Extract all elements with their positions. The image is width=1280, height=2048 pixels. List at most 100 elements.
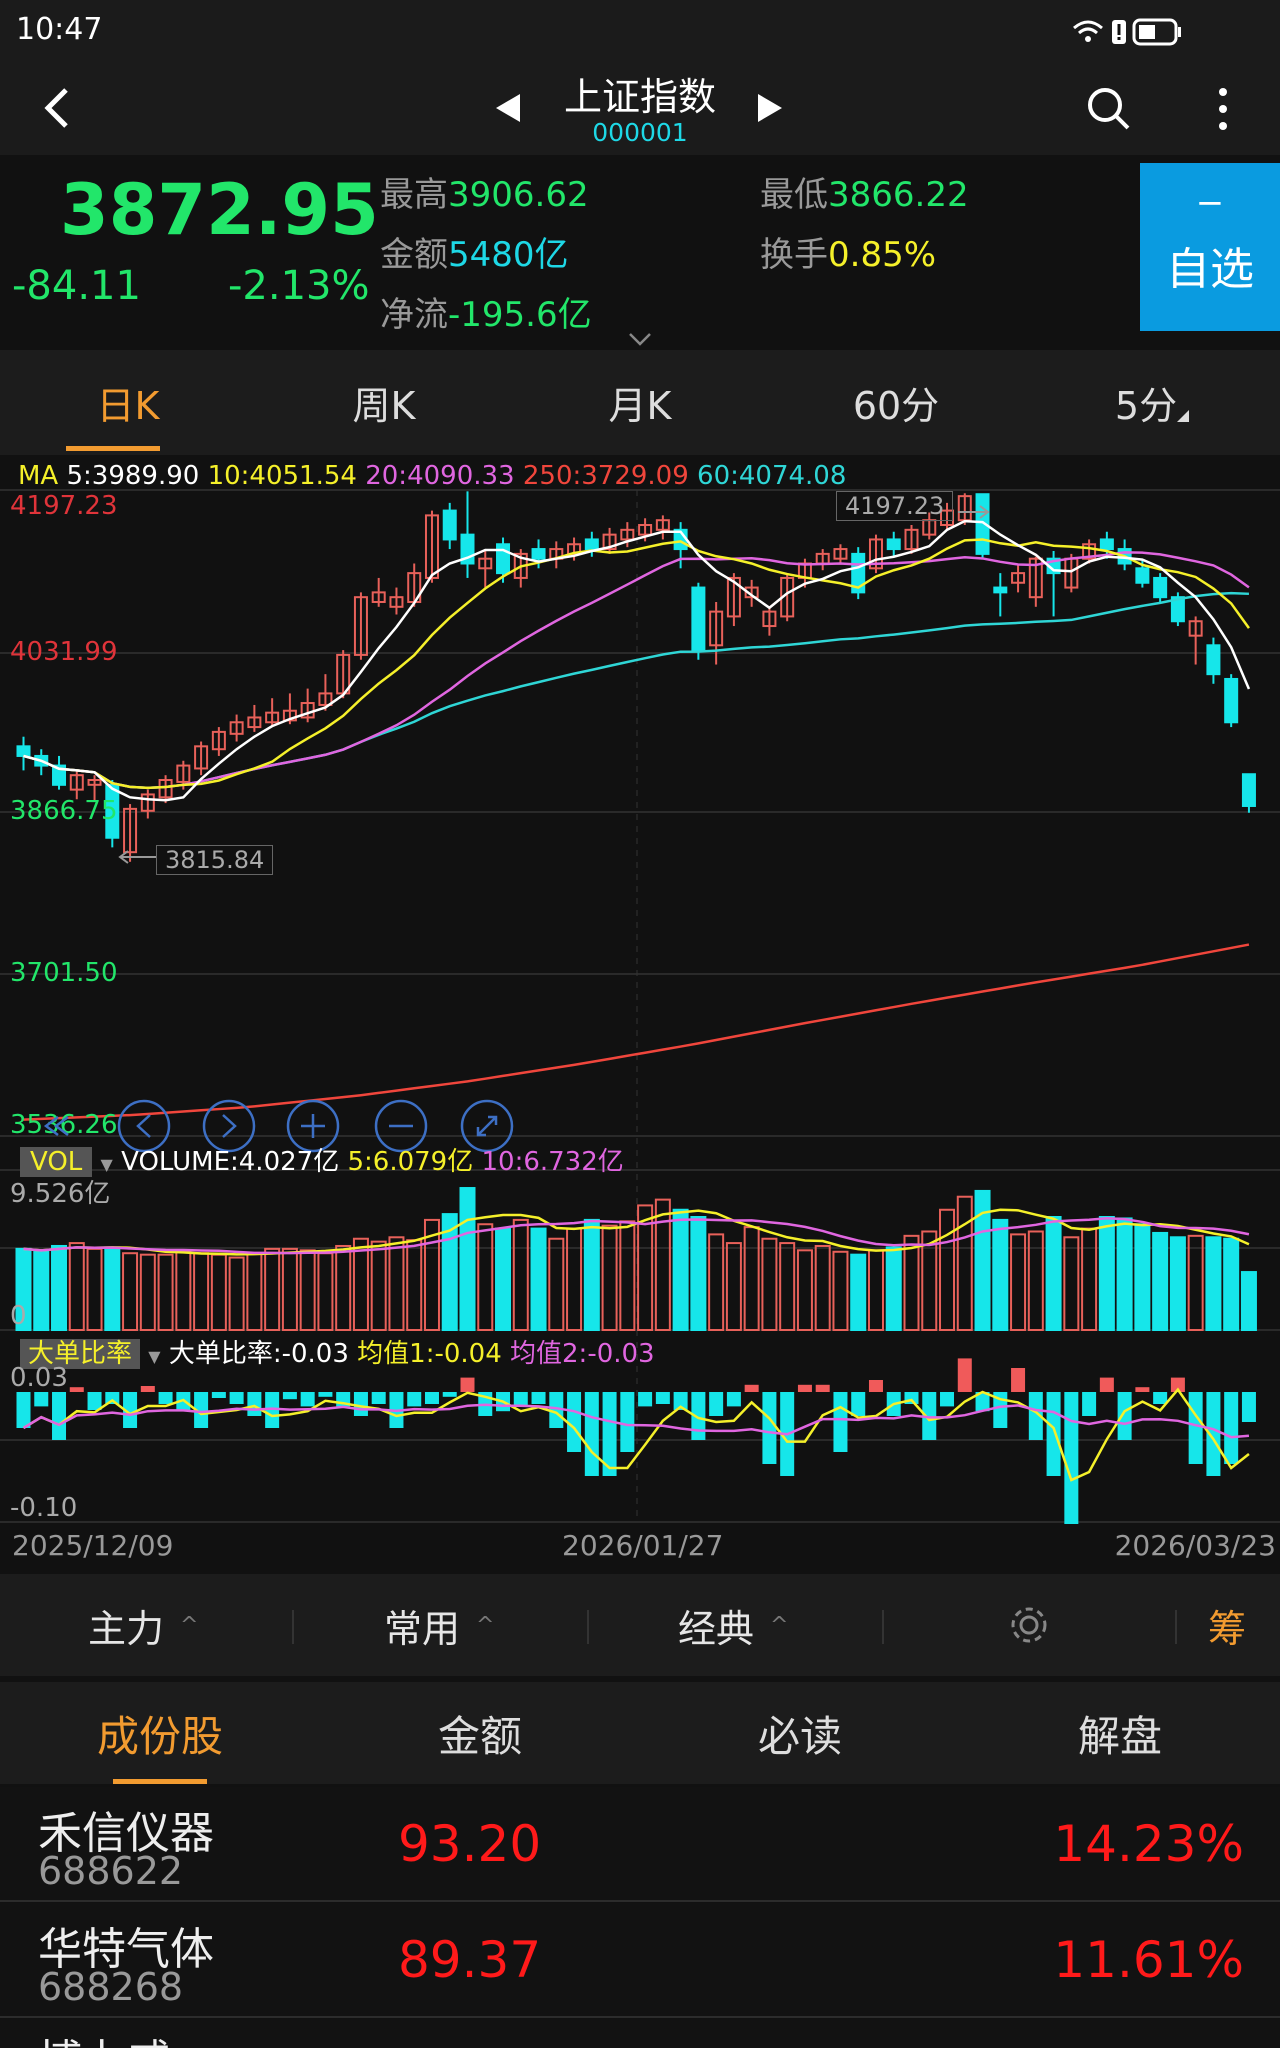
more-menu-icon[interactable] [1214, 86, 1232, 132]
chip-distribution-button[interactable]: 筹 [1208, 1574, 1246, 1676]
dropdown-corner-icon [1177, 409, 1190, 422]
back-icon[interactable] [38, 86, 74, 130]
volume-bar [86, 1247, 103, 1331]
y-tick-label: 4197.23 [10, 491, 118, 521]
big-order-bar [762, 1392, 777, 1464]
toolbar-common[interactable]: 常用 ^ [384, 1574, 494, 1676]
volume-bar [583, 1218, 600, 1331]
stock-row[interactable]: 华特气体 688268 89.37 11.61% [0, 1903, 1280, 2018]
volume-bar [672, 1208, 689, 1332]
big-order-bar [1153, 1392, 1168, 1404]
toolbar-main-force[interactable]: 主力 ^ [88, 1574, 198, 1676]
volume-bar [406, 1239, 423, 1332]
candle-body [1224, 677, 1239, 724]
big-order-bar [531, 1392, 546, 1404]
y-tick-label: 3701.50 [10, 958, 118, 988]
volume-bar [796, 1249, 813, 1331]
stat-label: 金额 [380, 235, 448, 275]
next-stock-icon[interactable] [756, 92, 784, 124]
ma-legend-prefix: MA [18, 461, 59, 491]
prev-stock-icon[interactable] [494, 92, 522, 124]
big-order-min-label: -0.10 [10, 1493, 78, 1523]
toolbar-label: 主力 [88, 1606, 165, 1651]
dropdown-icon[interactable]: ▼ [148, 1347, 160, 1366]
page-title: 上证指数 [563, 75, 716, 119]
volume-bar [193, 1252, 210, 1331]
stat-label: 换手 [760, 235, 828, 275]
volume-bar [1045, 1216, 1062, 1331]
rewind-icon[interactable] [43, 1116, 69, 1136]
big-order-bar [16, 1392, 31, 1428]
chart-canvas[interactable] [0, 455, 1280, 1570]
stock-code: 688622 [38, 1849, 184, 1893]
expand-chevron-icon[interactable] [626, 331, 654, 347]
big-order-bar [282, 1392, 297, 1400]
tab-weekly-k[interactable]: 周K [256, 350, 512, 455]
big-order-bar [567, 1392, 582, 1452]
stock-code: 000001 [592, 118, 688, 147]
tab-60min[interactable]: 60分 [768, 350, 1024, 455]
volume-bar [939, 1208, 956, 1332]
volume-bar [157, 1253, 174, 1331]
big-order-bar [1064, 1392, 1079, 1524]
tab-monthly-k[interactable]: 月K [512, 350, 768, 455]
volume-bar [690, 1216, 707, 1331]
quote-panel: 3872.95 -84.11 -2.13% 最高3906.62 金额5480亿 … [0, 155, 1280, 350]
volume-bar [867, 1249, 884, 1331]
big-order-legend: 大单比率 ▼ 大单比率:-0.03 均值1:-0.04 均值2:-0.03 [20, 1333, 655, 1370]
volume-bar [1098, 1216, 1115, 1331]
volume-bar [139, 1253, 156, 1331]
volume-bar [1063, 1236, 1080, 1332]
ma5-value: 5:3989.90 [66, 461, 200, 491]
gear-icon[interactable] [1006, 1602, 1052, 1648]
stock-row[interactable]: 禾信仪器 688622 93.20 14.23% [0, 1787, 1280, 1902]
candle-body [1135, 567, 1150, 584]
toolbar-classic[interactable]: 经典 ^ [678, 1574, 788, 1676]
volume-bar [104, 1246, 121, 1331]
volume-bar [1152, 1231, 1169, 1332]
big-order-bar [1224, 1392, 1239, 1464]
watchlist-button[interactable]: − 自选 [1140, 163, 1280, 331]
volume-zero-label: 0 [10, 1301, 27, 1331]
volume-ma5: 5:6.079亿 [347, 1147, 474, 1177]
big-order-bar [1117, 1392, 1132, 1440]
ma60-value: 60:4074.08 [697, 461, 847, 491]
volume-bar [1187, 1234, 1204, 1332]
candle-body [1099, 538, 1114, 551]
status-icons [1073, 18, 1181, 46]
volume-value: VOLUME:4.027亿 [121, 1147, 340, 1177]
caret-up-icon: ^ [180, 1612, 199, 1638]
period-tabs: 日K 周K 月K 60分 5分 [0, 350, 1280, 455]
volume-bar [548, 1237, 565, 1332]
y-tick-label: 3866.75 [10, 796, 118, 826]
tab-daily-k[interactable]: 日K [0, 350, 256, 455]
stat-label: 最高 [380, 175, 448, 215]
divider [882, 1610, 884, 1644]
volume-bar [335, 1244, 352, 1331]
tab-5min[interactable]: 5分 [1024, 350, 1280, 455]
stat-label: 最低 [760, 175, 828, 215]
candle-body [16, 745, 31, 757]
big-order-bar [1135, 1387, 1150, 1392]
stock-row[interactable]: 博力威 [0, 2019, 1280, 2048]
stock-code: 688268 [38, 1965, 184, 2009]
tab-analysis[interactable]: 解盘 [960, 1682, 1280, 1784]
kline-chart[interactable]: MA 5:3989.90 10:4051.54 20:4090.33 250:3… [0, 455, 1280, 1570]
min-marker-arrow [118, 850, 156, 864]
tab-amount[interactable]: 金额 [320, 1682, 640, 1784]
big-order-bar [868, 1380, 883, 1392]
big-order-bar [442, 1392, 457, 1397]
tab-must-read[interactable]: 必读 [640, 1682, 960, 1784]
candle-body [531, 548, 546, 560]
candle-body [1153, 576, 1168, 599]
big-order-bar [211, 1392, 226, 1398]
volume-bar [1134, 1223, 1151, 1331]
volume-bar [281, 1247, 298, 1331]
big-order-bar [460, 1377, 475, 1392]
tab-constituents[interactable]: 成份股 [0, 1682, 320, 1784]
price-change: -84.11 [12, 263, 141, 309]
ma10-value: 10:4051.54 [207, 461, 357, 491]
candle-body [442, 509, 457, 541]
dropdown-icon[interactable]: ▼ [101, 1155, 113, 1174]
search-icon[interactable] [1086, 86, 1132, 132]
